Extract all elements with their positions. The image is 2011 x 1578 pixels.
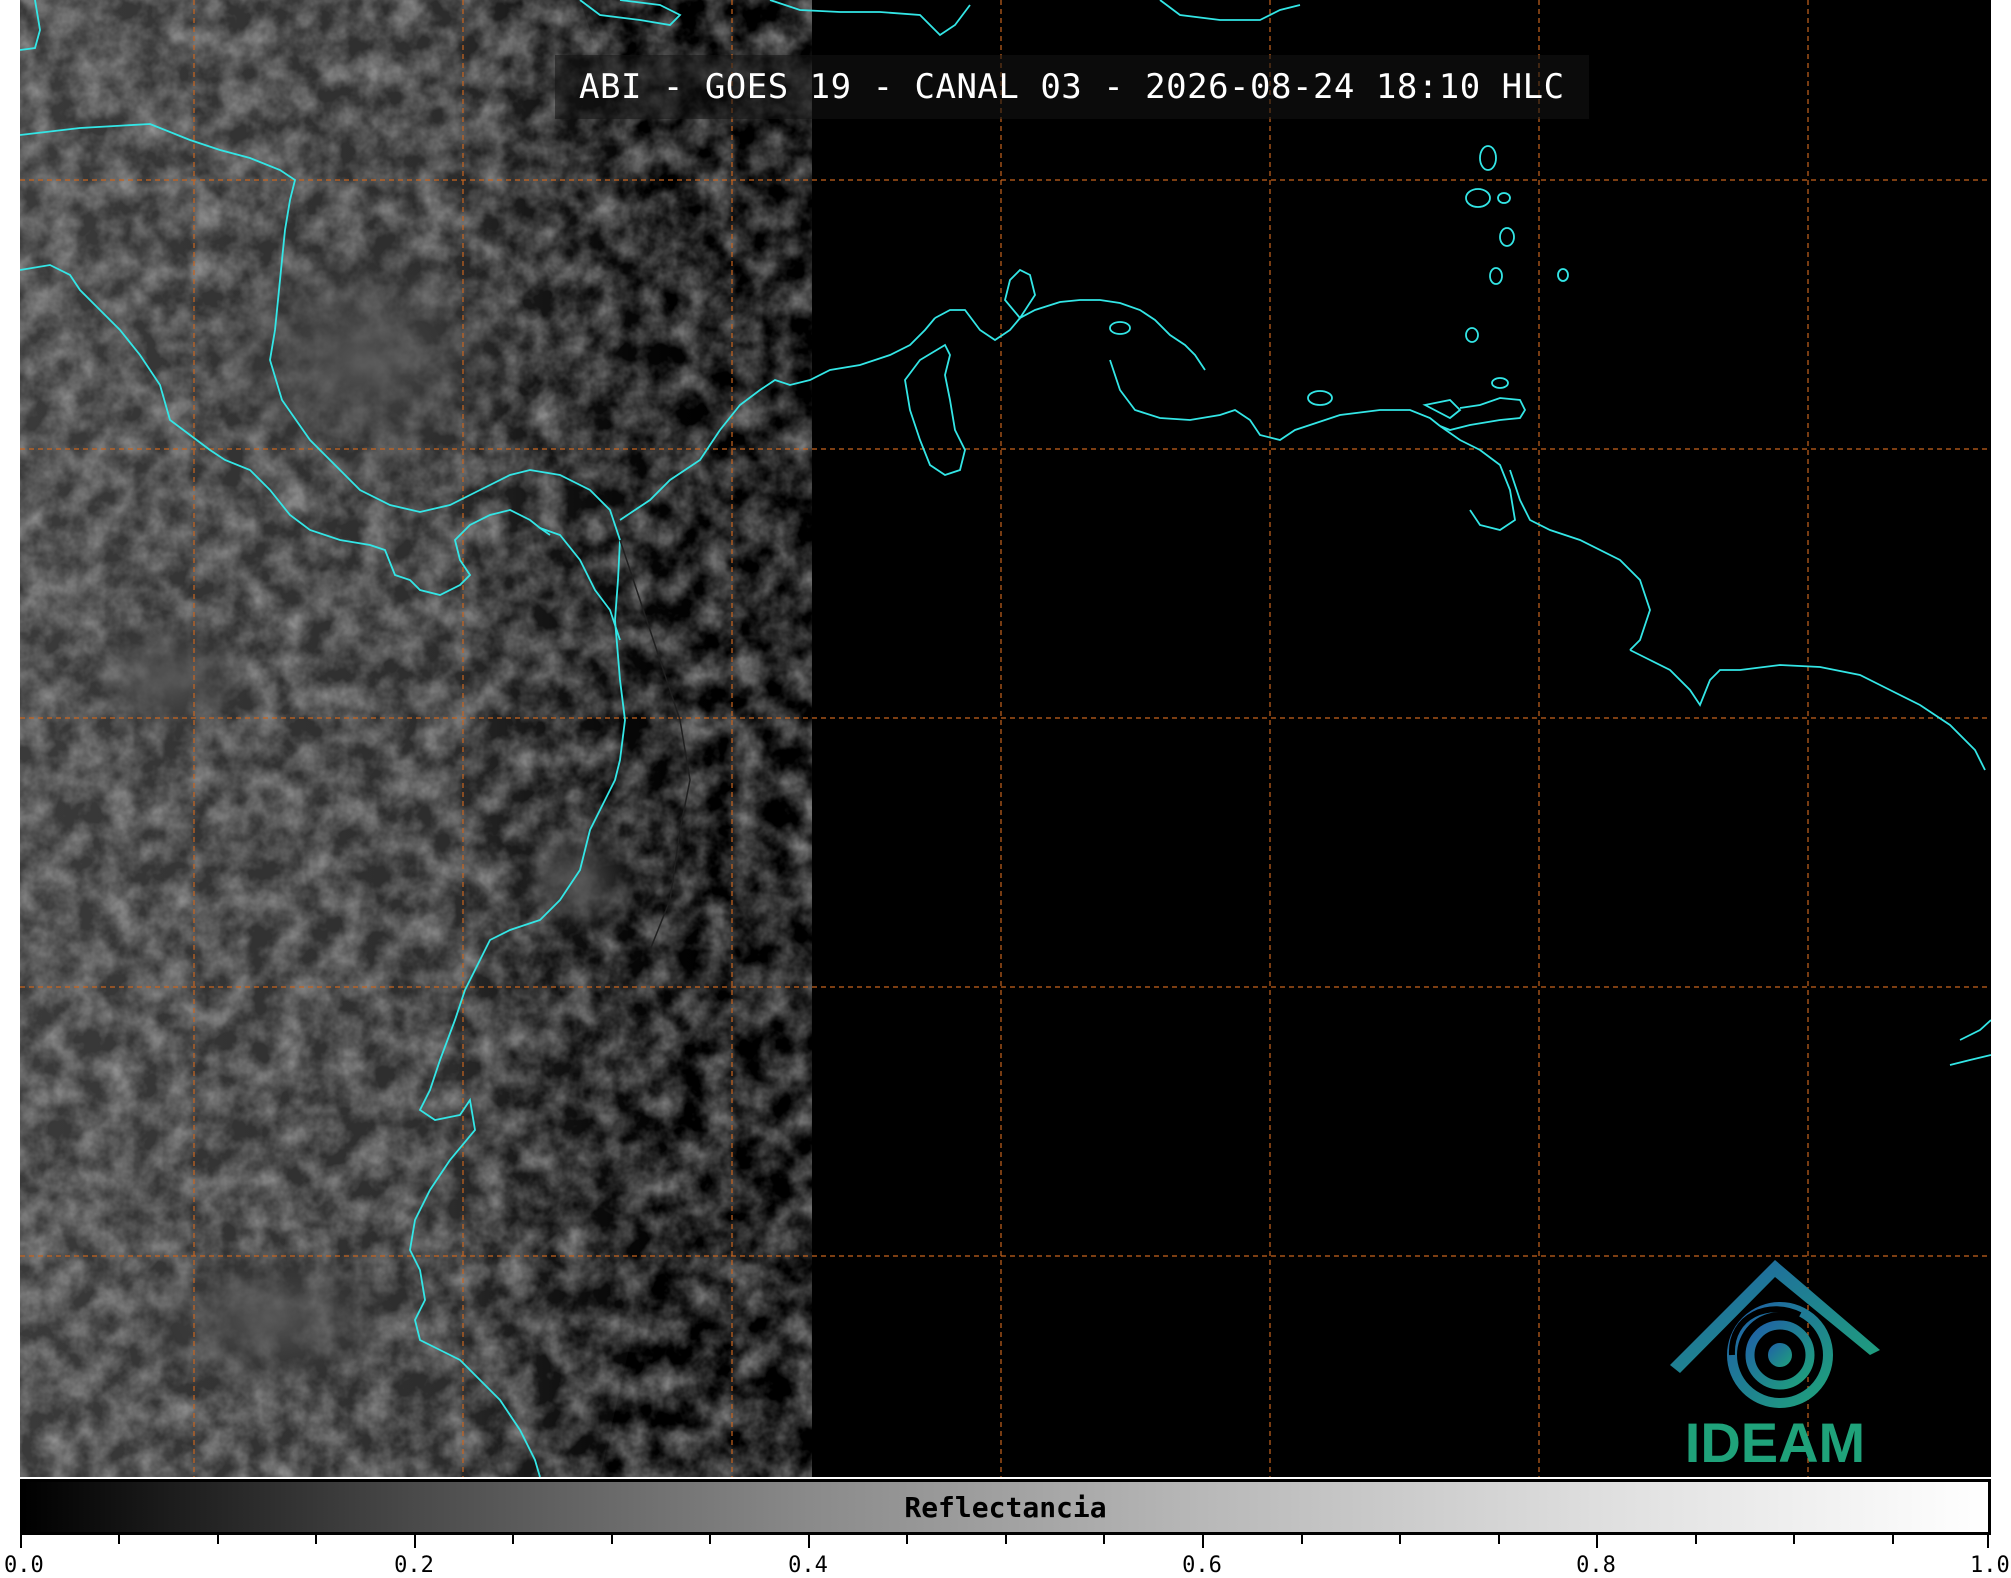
colorbar-tick <box>1695 1535 1697 1544</box>
ideam-logo: IDEAM <box>1660 1255 1890 1475</box>
colorbar-tick <box>906 1535 908 1544</box>
colorbar-tick <box>709 1535 711 1544</box>
colorbar-tick-label: 0.8 <box>1576 1553 1616 1578</box>
colorbar-tick <box>315 1535 317 1544</box>
colorbar-tick-label: 0.2 <box>394 1553 434 1578</box>
colorbar-tick <box>1301 1535 1303 1544</box>
colorbar-tick <box>1005 1535 1007 1544</box>
colorbar-tick <box>1399 1535 1401 1544</box>
colorbar-tick <box>1103 1535 1105 1544</box>
colorbar-tick <box>1596 1535 1598 1548</box>
colorbar-tick <box>808 1535 810 1548</box>
colorbar-tick <box>20 1535 22 1548</box>
colorbar-tick <box>1202 1535 1204 1548</box>
colorbar-tick-label: 1.0 <box>1970 1553 2010 1578</box>
colorbar-tick <box>118 1535 120 1544</box>
colorbar-tick <box>1498 1535 1500 1544</box>
ideam-logo-icon <box>1670 1260 1880 1408</box>
colorbar-tick-label: 0.4 <box>788 1553 828 1578</box>
colorbar-tick-label: 0.0 <box>4 1553 44 1578</box>
ideam-logo-text: IDEAM <box>1684 1411 1866 1474</box>
colorbar-tick <box>217 1535 219 1544</box>
title-box: ABI - GOES 19 - CANAL 03 - 2026-08-24 18… <box>555 55 1589 119</box>
colorbar-ticks: 0.0 0.2 0.4 0.6 0.8 1.0 <box>4 1535 2010 1578</box>
colorbar-tick <box>512 1535 514 1544</box>
map-title: ABI - GOES 19 - CANAL 03 - 2026-08-24 18… <box>579 67 1565 107</box>
colorbar-tick-label: 0.6 <box>1182 1553 1222 1578</box>
colorbar-tick <box>1793 1535 1795 1544</box>
colorbar-label: Reflectancia <box>904 1490 1107 1524</box>
colorbar-tick <box>414 1535 416 1548</box>
colorbar-tick <box>1892 1535 1894 1544</box>
colorbar-tick <box>611 1535 613 1544</box>
colorbar: Reflectancia <box>20 1479 1991 1535</box>
colorbar-tick <box>1987 1535 1989 1548</box>
